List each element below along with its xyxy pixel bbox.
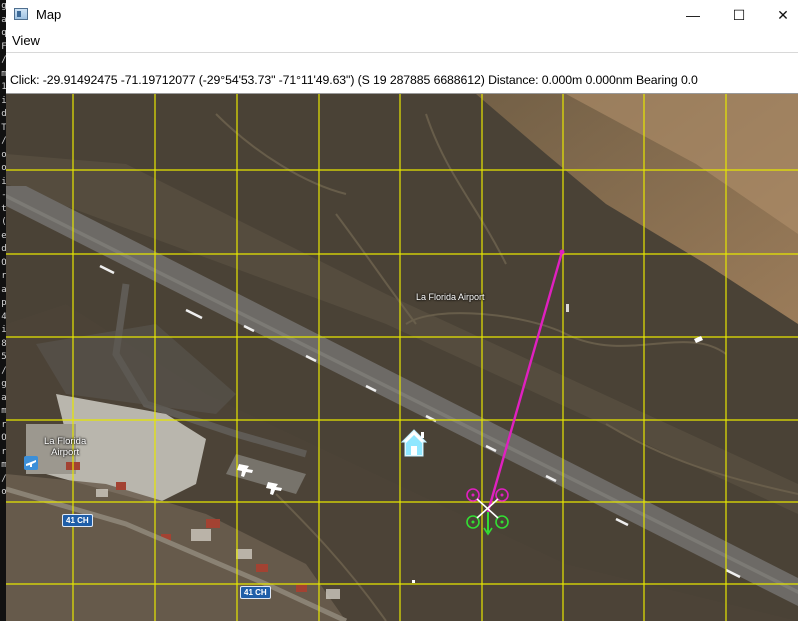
minimize-button[interactable]: — [670, 0, 716, 30]
menu-view[interactable]: View [12, 33, 40, 48]
title-bar[interactable]: Map — ☐ ✕ [6, 0, 798, 30]
map-window: Map — ☐ ✕ View Click: -29.91492475 -71.1… [6, 0, 798, 621]
airport-label-left-line2: Airport [51, 447, 80, 458]
airport-label-left-line1: La Florida [44, 436, 87, 447]
route-badge-41ch-1: 41 CH [62, 514, 93, 527]
airport-label-center: La Florida Airport [416, 292, 485, 302]
maximize-button[interactable]: ☐ [716, 0, 762, 30]
click-info-bar: Click: -29.91492475 -71.19712077 (-29°54… [6, 52, 798, 94]
route-badge-41ch-2: 41 CH [240, 586, 271, 599]
window-title: Map [36, 7, 62, 22]
close-button[interactable]: ✕ [760, 0, 798, 30]
satellite-map-view[interactable]: La Florida Airport La Florida Airport 41… [6, 94, 798, 621]
airport-icon[interactable] [24, 456, 38, 470]
menu-bar: View [6, 30, 798, 52]
map-canvas[interactable] [6, 94, 798, 621]
app-icon [14, 8, 28, 20]
waypoint-marker[interactable] [559, 249, 565, 255]
airport-label-left: La Florida Airport [44, 436, 86, 458]
click-coordinates-text: Click: -29.91492475 -71.19712077 (-29°54… [10, 73, 698, 87]
